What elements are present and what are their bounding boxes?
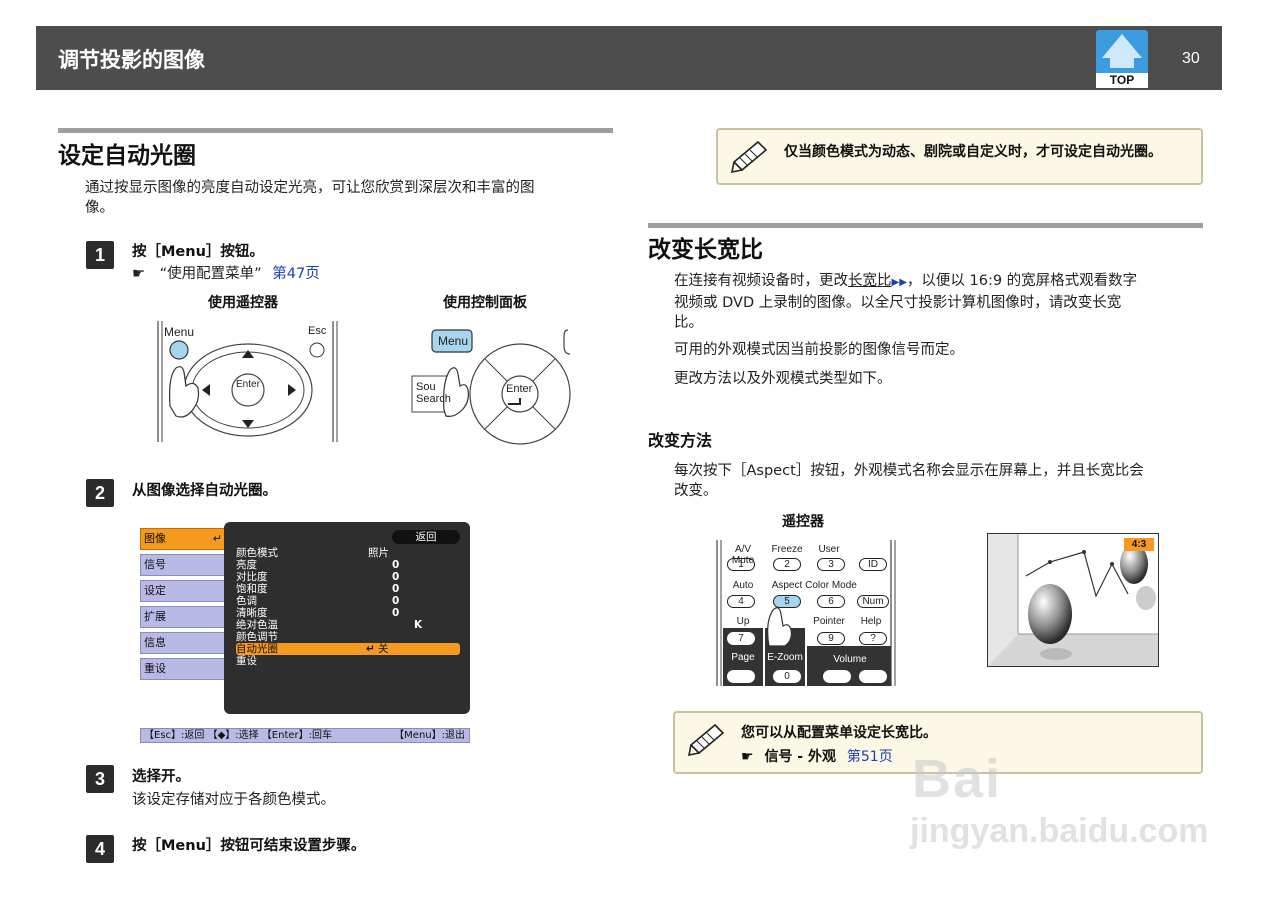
top-button[interactable]: TOP <box>1096 30 1148 88</box>
panel-enter-label: Enter <box>506 383 533 395</box>
glossary-arrow-icon: ▶▶ <box>891 277 907 288</box>
step-number: 1 <box>86 241 114 269</box>
aspect-preview-screen: 4:3 <box>987 533 1159 667</box>
step3-description: 该设定存储对应于各颜色模式。 <box>132 792 335 808</box>
step-number: 3 <box>86 765 114 793</box>
pointer-icon: ☛ <box>132 266 145 282</box>
section-title-aspect: 改变长宽比 <box>648 237 763 263</box>
page-header: 调节投影的图像 TOP 30 <box>36 26 1222 90</box>
step-number: 4 <box>86 835 114 863</box>
menu-row[interactable]: 颜色模式 照片 <box>236 547 460 559</box>
pointer-icon: ☛ <box>741 749 754 765</box>
aspect-mode-badge: 4:3 <box>1124 538 1154 551</box>
page-number: 30 <box>1182 50 1200 67</box>
panel-menu-label: Menu <box>438 334 469 348</box>
key-7[interactable]: 7 <box>727 632 755 645</box>
note-text: 仅当颜色模式为动态、剧院或自定义时，才可设定自动光圈。 <box>784 144 1162 160</box>
caption-panel: 使用控制面板 <box>443 295 527 311</box>
step-text: 从图像选择自动光圈。 <box>132 483 277 499</box>
menu-row[interactable]: 绝对色温 K <box>236 619 460 631</box>
page-link[interactable]: 第51页 <box>847 749 893 765</box>
note-pen-icon <box>687 723 725 757</box>
remote-esc-label: Esc <box>308 325 327 337</box>
menu-row[interactable]: 饱和度 0 <box>236 583 460 595</box>
note-box: 仅当颜色模式为动态、剧院或自定义时，才可设定自动光圈。 <box>716 128 1203 185</box>
aspect-glossary-link[interactable]: 长宽比 <box>848 273 892 289</box>
key-help[interactable]: ? <box>859 632 887 645</box>
menu-row-auto-iris[interactable]: 自动光圈 ↵ 关 <box>236 643 460 655</box>
step-text: 按［Menu］按钮可结束设置步骤。 <box>132 838 366 854</box>
key-4[interactable]: 4 <box>727 595 755 608</box>
step-text: 按［Menu］按钮。 <box>132 244 264 260</box>
baidu-watermark-url: jingyan.baidu.com <box>910 812 1209 850</box>
menu-tab-extended[interactable]: 扩展 <box>140 606 226 628</box>
section-rule <box>648 223 1203 228</box>
menu-tab-settings[interactable]: 设定 <box>140 580 226 602</box>
page-link[interactable]: 第47页 <box>272 266 319 282</box>
note-text: 您可以从配置菜单设定长宽比。 <box>741 725 937 741</box>
finger-pointer-icon <box>767 607 792 647</box>
key-2[interactable]: 2 <box>773 558 801 571</box>
caption-remote-right: 遥控器 <box>782 514 824 530</box>
page-key[interactable] <box>727 670 755 683</box>
aspect-paragraph-4: 每次按下［Aspect］按钮，外观模式名称会显示在屏幕上，并且长宽比会 改变。 <box>674 463 1144 499</box>
top-label: TOP <box>1096 73 1148 88</box>
top-arrow-icon <box>1102 34 1142 58</box>
aspect-paragraph-3: 更改方法以及外观模式类型如下。 <box>674 371 892 387</box>
section-rule <box>58 128 613 133</box>
subsection-title: 改变方法 <box>648 431 713 450</box>
note-pen-icon <box>730 140 768 174</box>
menu-panel: 返回 颜色模式 照片 亮度 0 对比度 0 饱和度 0 色调 0 清晰度 0 绝对色温 K 颜… <box>224 522 470 714</box>
menu-tabs: 图像 ↵ 信号 设定 扩展 信息 重设 <box>140 522 230 712</box>
step-number: 2 <box>86 479 114 507</box>
baidu-watermark-logo: Bai <box>912 749 1003 809</box>
volume-up-key[interactable] <box>859 670 887 683</box>
key-6[interactable]: 6 <box>817 595 845 608</box>
menu-tab-signal[interactable]: 信号 <box>140 554 226 576</box>
menu-tab-image[interactable]: 图像 ↵ <box>140 528 226 550</box>
menu-footer-bar: 【Esc】:返回 【◆】:选择 【Enter】:回车 【Menu】:退出 <box>140 728 470 743</box>
menu-row[interactable]: 清晰度 0 <box>236 607 460 619</box>
volume-down-key[interactable] <box>823 670 851 683</box>
key-num[interactable]: Num <box>857 595 889 608</box>
remote-enter-label: Enter <box>236 379 260 390</box>
header-title: 调节投影的图像 <box>58 48 205 72</box>
caption-remote: 使用遥控器 <box>208 295 278 311</box>
step-text: 选择开。 <box>132 769 190 785</box>
intro-paragraph: 通过按显示图像的亮度自动设定光亮，可让您欣赏到深层次和丰富的图 像。 <box>85 180 535 216</box>
menu-tab-info[interactable]: 信息 <box>140 632 226 654</box>
menu-row[interactable]: 色调 0 <box>236 595 460 607</box>
menu-back-button[interactable]: 返回 <box>392 530 460 544</box>
aspect-paragraph-2: 可用的外观模式因当前投影的图像信号而定。 <box>674 342 964 358</box>
note-reference: ☛ 信号 - 外观 第51页 <box>741 749 893 765</box>
key-1[interactable]: 1 <box>727 558 755 571</box>
remote-keypad-illustration: A/V Mute Freeze User 1 2 3 ID Auto Aspec… <box>715 538 898 688</box>
key-id[interactable]: ID <box>859 558 887 571</box>
key-0[interactable]: 0 <box>773 670 801 683</box>
aspect-paragraph-1: 在连接有视频设备时，更改长宽比▶▶，以便以 16:9 的宽屏格式观看数字 视频或… <box>674 273 1138 331</box>
panel-source-search-label: Sou Search <box>416 381 451 405</box>
key-3[interactable]: 3 <box>817 558 845 571</box>
config-menu-screenshot: 图像 ↵ 信号 设定 扩展 信息 重设 返回 颜色模式 照片 亮度 0 对比度 0 饱和… <box>140 522 472 744</box>
remote-menu-label: Menu <box>164 325 195 339</box>
menu-row[interactable]: 重设 <box>236 655 460 667</box>
key-9[interactable]: 9 <box>817 632 845 645</box>
menu-row[interactable]: 颜色调节 <box>236 631 460 643</box>
reference-line: ☛ “使用配置菜单” 第47页 <box>132 266 320 282</box>
menu-row[interactable]: 亮度 0 <box>236 559 460 571</box>
menu-row[interactable]: 对比度 0 <box>236 571 460 583</box>
section-title-auto-iris: 设定自动光圈 <box>58 143 196 169</box>
menu-tab-reset[interactable]: 重设 <box>140 658 226 680</box>
